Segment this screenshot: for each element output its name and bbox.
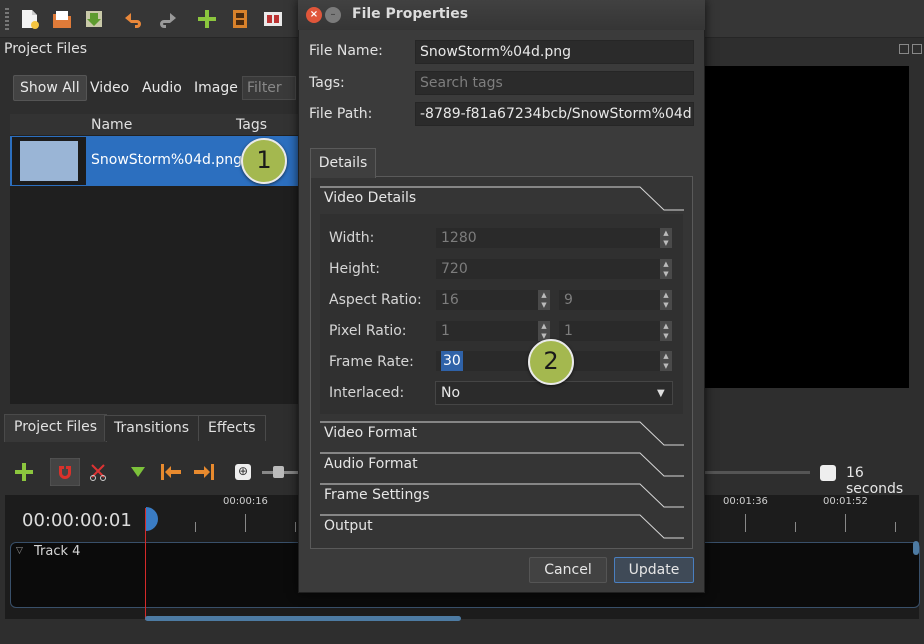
zoom-slider-handle[interactable] (273, 466, 284, 478)
import-files-icon[interactable] (196, 8, 218, 30)
file-path-field[interactable]: -8789-f81a67234bcb/SnowStorm%04d.png (415, 102, 694, 126)
file-name-field[interactable]: SnowStorm%04d.png (415, 40, 694, 64)
save-project-icon[interactable] (83, 8, 105, 30)
close-icon[interactable]: × (306, 7, 322, 23)
choose-profile-icon[interactable] (229, 8, 251, 30)
callout-2: 2 (528, 339, 574, 385)
zoom-scale-label: 16 seconds (846, 465, 904, 497)
section-video-details[interactable]: Video Details (324, 190, 416, 206)
ruler-label: 00:01:52 (823, 496, 868, 507)
track-collapse-icon[interactable]: ▽ (16, 546, 23, 556)
height-label: Height: (329, 261, 380, 277)
ruler-tick (295, 522, 296, 532)
filter-video-button[interactable]: Video (84, 75, 135, 101)
aspect-denominator-spinbox[interactable]: 9 (558, 289, 673, 311)
pixel-numerator-spinbox[interactable]: 1 (435, 320, 551, 342)
filter-audio-button[interactable]: Audio (136, 75, 188, 101)
interlaced-label: Interlaced: (329, 385, 405, 401)
pixel-ratio-label: Pixel Ratio: (329, 323, 407, 339)
frame-rate-label: Frame Rate: (329, 354, 414, 370)
tab-details[interactable]: Details (310, 148, 376, 178)
add-track-icon[interactable] (13, 461, 35, 483)
output-header-line (320, 514, 684, 539)
export-video-icon[interactable] (262, 8, 284, 30)
preview-float-icon[interactable] (899, 44, 909, 54)
file-thumbnail (12, 137, 86, 185)
pixel-den-spin-arrows-icon[interactable]: ▲ ▼ (660, 321, 672, 341)
add-marker-icon[interactable] (128, 462, 148, 482)
video-preview (705, 66, 909, 388)
preview-close-icon[interactable] (912, 44, 922, 54)
ruler-tick (195, 522, 196, 532)
tab-project-files[interactable]: Project Files (4, 414, 108, 442)
toolbar-grip[interactable] (5, 8, 9, 30)
file-path-label: File Path: (309, 106, 373, 122)
aspect-num-spin-arrows-icon[interactable]: ▲ ▼ (538, 290, 550, 310)
section-frame-settings[interactable]: Frame Settings (324, 487, 430, 503)
ruler-label: 00:00:16 (223, 496, 268, 507)
timeline-vertical-scrollbar[interactable] (913, 541, 919, 555)
timeline-scrollbar[interactable] (145, 616, 461, 621)
width-label: Width: (329, 230, 375, 246)
dialog-title: File Properties (352, 6, 469, 22)
pixel-num-spin-arrows-icon[interactable]: ▲ ▼ (538, 321, 550, 341)
filter-input[interactable]: Filter (242, 76, 296, 100)
frame-rate-value: 30 (441, 351, 463, 371)
ruler-tick (245, 514, 246, 532)
playhead-handle-icon[interactable] (138, 506, 158, 532)
project-files-title: Project Files (4, 41, 88, 57)
snap-magnet-icon[interactable] (50, 458, 80, 486)
ruler-tick (895, 522, 896, 532)
minimize-icon[interactable]: – (325, 7, 341, 23)
pixel-denominator-spinbox[interactable]: 1 (558, 320, 673, 342)
previous-marker-icon[interactable] (159, 462, 183, 482)
ruler-label: 00:01:36 (723, 496, 768, 507)
tab-effects[interactable]: Effects (198, 415, 266, 441)
update-button[interactable]: Update (614, 557, 694, 583)
next-marker-icon[interactable] (192, 462, 216, 482)
height-spin-arrows-icon[interactable]: ▲ ▼ (660, 259, 672, 279)
filter-image-button[interactable]: Image (188, 75, 244, 101)
section-output[interactable]: Output (324, 518, 373, 534)
aspect-numerator-spinbox[interactable]: 16 (435, 289, 551, 311)
frame-rate-spin-arrows-icon[interactable]: ▲ ▼ (660, 351, 672, 371)
ruler-tick (795, 522, 796, 532)
razor-icon[interactable] (88, 462, 108, 482)
width-spin-arrows-icon[interactable]: ▲ ▼ (660, 228, 672, 248)
tab-transitions[interactable]: Transitions (104, 415, 199, 441)
cancel-button[interactable]: Cancel (529, 557, 607, 583)
ruler-tick (845, 514, 846, 532)
open-project-icon[interactable] (51, 8, 73, 30)
track-name: Track 4 (34, 544, 81, 559)
file-name-cell: SnowStorm%04d.png (91, 152, 242, 168)
zoom-out-icon[interactable] (820, 465, 836, 481)
center-playhead-icon[interactable]: ⊕ (235, 464, 251, 480)
file-name-label: File Name: (309, 43, 383, 59)
redo-icon[interactable] (156, 8, 178, 30)
undo-icon[interactable] (123, 8, 145, 30)
timecode-display: 00:00:00:01 (22, 510, 132, 531)
tags-label: Tags: (309, 75, 345, 91)
dropdown-arrow-icon[interactable]: ▼ (657, 388, 665, 399)
width-spinbox[interactable]: 1280 (435, 227, 673, 249)
aspect-den-spin-arrows-icon[interactable]: ▲ ▼ (660, 290, 672, 310)
column-header-tags[interactable]: Tags (236, 117, 267, 133)
section-audio-format[interactable]: Audio Format (324, 456, 418, 472)
ruler-tick (745, 514, 746, 532)
aspect-ratio-label: Aspect Ratio: (329, 292, 422, 308)
new-project-icon[interactable] (18, 8, 40, 30)
tags-field[interactable]: Search tags (415, 71, 694, 95)
filter-show-all-button[interactable]: Show All (13, 75, 87, 101)
callout-1: 1 (241, 138, 287, 184)
height-spinbox[interactable]: 720 (435, 258, 673, 280)
column-header-name[interactable]: Name (91, 117, 132, 133)
zoom-slider-track[interactable] (690, 471, 810, 474)
playhead-line[interactable] (145, 508, 146, 620)
section-video-format[interactable]: Video Format (324, 425, 417, 441)
